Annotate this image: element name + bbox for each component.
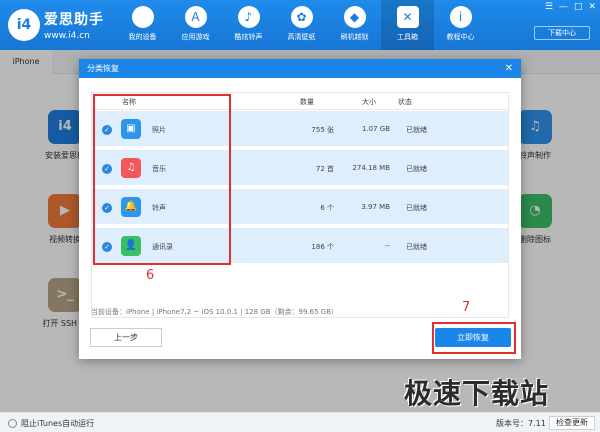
dropbox-icon: ◆ bbox=[343, 6, 366, 28]
bell-icon: ♪ bbox=[237, 6, 260, 28]
row-status: 已就绪 bbox=[406, 165, 427, 173]
flower-icon: ✿ bbox=[290, 6, 313, 28]
row-status: 已就绪 bbox=[406, 204, 427, 212]
col-count: 数量 bbox=[300, 98, 314, 106]
prev-step-button[interactable]: 上一步 bbox=[90, 328, 162, 347]
annotation-box-categories bbox=[93, 94, 231, 265]
nav-item[interactable]: ♪ 酷炫铃声 bbox=[222, 0, 275, 50]
annotation-step-6: 6 bbox=[146, 268, 155, 283]
dialog-title: 分类恢复 bbox=[87, 64, 119, 73]
brand-name: 爱思助手 bbox=[44, 12, 104, 28]
nav-item[interactable]: i 教程中心 bbox=[434, 0, 487, 50]
nav-label: 酷炫铃声 bbox=[234, 33, 263, 41]
row-count: 755 张 bbox=[311, 126, 334, 134]
nav-label: 高清壁纸 bbox=[287, 33, 316, 41]
nav-label: 刷机越狱 bbox=[340, 33, 369, 41]
row-status: 已就绪 bbox=[406, 243, 427, 251]
nav-label: 应用游戏 bbox=[181, 33, 210, 41]
nav-item[interactable]: ✿ 高清壁纸 bbox=[275, 0, 328, 50]
brand: 爱思助手 www.i4.cn bbox=[44, 9, 104, 41]
col-status: 状态 bbox=[398, 98, 412, 106]
device-info: 当前设备：iPhone | iPhone7,2 ~ iOS 10.0.1 | 1… bbox=[91, 308, 339, 316]
brand-url: www.i4.cn bbox=[44, 31, 90, 41]
nav-label: 我的设备 bbox=[128, 33, 157, 41]
nav-label: 教程中心 bbox=[446, 33, 475, 41]
app-logo: i4 bbox=[8, 9, 40, 41]
watermark: 极速下载站 bbox=[404, 377, 550, 410]
row-size: 1.07 GB bbox=[361, 125, 390, 133]
info-icon: i bbox=[449, 6, 472, 28]
status-bar: 阻止iTunes自动运行 版本号：7.11 检查更新 bbox=[0, 412, 600, 432]
check-update-button[interactable]: 检查更新 bbox=[549, 416, 595, 430]
row-size: 3.97 MB bbox=[361, 203, 390, 211]
row-count: 186 个 bbox=[311, 243, 334, 251]
download-center-button[interactable]: 下载中心 bbox=[534, 26, 590, 40]
nav-item[interactable]: ✕ 工具箱 bbox=[381, 0, 434, 50]
appstore-icon: A bbox=[184, 6, 207, 28]
block-itunes-label: 阻止iTunes自动运行 bbox=[21, 419, 95, 428]
row-size: -- bbox=[384, 242, 390, 250]
close-icon[interactable]: ✕ bbox=[505, 59, 513, 78]
row-count: 6 个 bbox=[320, 204, 334, 212]
block-itunes-toggle[interactable]: 阻止iTunes自动运行 bbox=[8, 418, 94, 429]
row-status: 已就绪 bbox=[406, 126, 427, 134]
top-header: i4 爱思助手 www.i4.cn 我的设备 A 应用游戏 ♪ 酷炫铃声 ✿ 高清壁纸 ◆ 刷机… bbox=[0, 0, 600, 50]
nav-label: 工具箱 bbox=[397, 33, 418, 41]
col-size: 大小 bbox=[362, 98, 376, 106]
maximize-icon[interactable]: □ bbox=[574, 2, 583, 12]
dialog-title-bar: 分类恢复 ✕ bbox=[79, 59, 521, 78]
apple-icon bbox=[131, 6, 154, 28]
version-label: 版本号：7.11 bbox=[496, 419, 546, 428]
nav-item[interactable]: ◆ 刷机越狱 bbox=[328, 0, 381, 50]
radio-circle-icon bbox=[8, 419, 17, 428]
nav-item[interactable]: 我的设备 bbox=[116, 0, 169, 50]
menu-icon[interactable]: ☰ bbox=[545, 2, 553, 12]
minimize-icon[interactable]: — bbox=[559, 2, 568, 12]
window-controls: ☰ — □ ✕ bbox=[545, 2, 596, 12]
main-nav: 我的设备 A 应用游戏 ♪ 酷炫铃声 ✿ 高清壁纸 ◆ 刷机越狱 ✕ 工具箱 i 教程中心 bbox=[116, 0, 487, 50]
tools-icon: ✕ bbox=[396, 6, 419, 28]
annotation-step-7: 7 bbox=[462, 300, 471, 315]
annotation-box-restore bbox=[432, 322, 516, 354]
close-icon[interactable]: ✕ bbox=[588, 2, 596, 12]
row-size: 274.18 MB bbox=[352, 164, 390, 172]
row-count: 72 首 bbox=[315, 165, 334, 173]
nav-item[interactable]: A 应用游戏 bbox=[169, 0, 222, 50]
